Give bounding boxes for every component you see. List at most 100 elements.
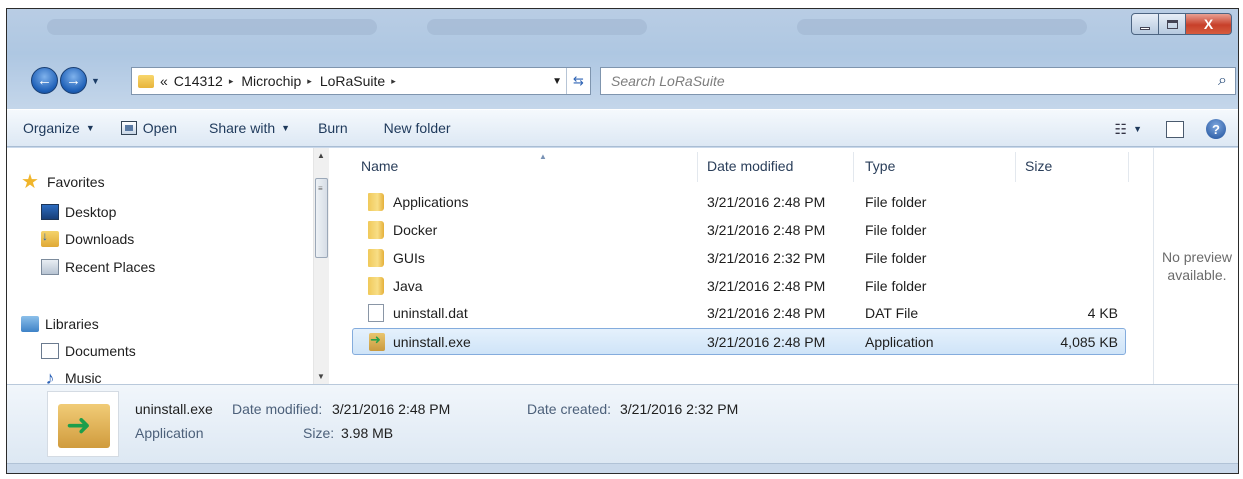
arrow-right-icon: ➜ (66, 409, 92, 442)
nav-downloads[interactable]: Downloads (41, 229, 134, 247)
chevron-right-icon[interactable]: ▸ (307, 76, 312, 87)
address-bar[interactable]: « C14312 ▸ Microchip ▸ LoRaSuite ▸ ▼ ⇆ (131, 67, 591, 95)
details-label: Date created: (527, 401, 612, 417)
nav-scrollbar[interactable]: ▲ ≡ ▼ (313, 148, 329, 384)
star-icon: ★ (21, 171, 39, 193)
nav-documents[interactable]: Documents (41, 343, 136, 359)
nav-recent-places[interactable]: Recent Places (41, 259, 155, 275)
table-row[interactable]: Docker 3/21/2016 2:48 PM File folder (352, 217, 1126, 244)
file-name: uninstall.dat (393, 305, 468, 321)
nav-label: Libraries (45, 316, 99, 332)
breadcrumb-item[interactable]: LoRaSuite (320, 73, 385, 89)
file-name: GUIs (393, 250, 425, 266)
details-size: 3.98 MB (341, 425, 394, 441)
breadcrumb-overflow[interactable]: « (160, 73, 168, 89)
column-label: Name (361, 158, 399, 174)
command-bar: Organize ▼ Open Share with ▼ Burn New fold… (7, 109, 1238, 147)
column-label: Type (865, 158, 896, 174)
column-header-size[interactable]: Size (1025, 148, 1052, 184)
scroll-down-icon[interactable]: ▼ (317, 372, 325, 381)
grip-icon: ≡ (318, 184, 323, 193)
details-label: Size: (303, 425, 335, 441)
downloads-icon (41, 229, 59, 247)
folder-icon (138, 74, 154, 88)
column-divider[interactable] (1015, 152, 1016, 182)
search-placeholder: Search LoRaSuite (611, 73, 725, 89)
file-name: uninstall.exe (393, 334, 471, 350)
file-icon (368, 304, 384, 322)
nav-libraries[interactable]: Libraries (21, 316, 99, 332)
column-divider[interactable] (1128, 152, 1129, 182)
table-row[interactable]: Java 3/21/2016 2:48 PM File folder (352, 273, 1126, 300)
table-row[interactable]: GUIs 3/21/2016 2:32 PM File folder (352, 245, 1126, 272)
scroll-up-icon[interactable]: ▲ (317, 151, 325, 160)
refresh-button[interactable]: ⇆ (566, 68, 590, 94)
content-area: ★ Favorites Desktop Downloads Recent Plac… (7, 148, 1238, 387)
open-button[interactable]: Open (120, 110, 177, 146)
status-bar (7, 463, 1238, 473)
close-button[interactable]: X (1186, 13, 1232, 35)
details-pane: ➜ uninstall.exe Application Date modifie… (7, 384, 1238, 463)
details-file-name: uninstall.exe (135, 401, 213, 417)
chevron-right-icon[interactable]: ▸ (229, 76, 234, 87)
burn-label: Burn (318, 120, 348, 136)
search-icon[interactable]: ⌕ (1218, 72, 1227, 90)
chevron-down-icon[interactable]: ▼ (1133, 124, 1142, 134)
file-list: Name ▲ Date modified Type Size Applicati… (347, 148, 1153, 384)
table-row[interactable]: Applications 3/21/2016 2:48 PM File fold… (352, 189, 1126, 216)
file-date: 3/21/2016 2:48 PM (707, 222, 826, 238)
close-icon: X (1203, 16, 1214, 32)
nav-desktop[interactable]: Desktop (41, 204, 116, 220)
column-header-name[interactable]: Name (361, 148, 398, 184)
chevron-right-icon[interactable]: ▸ (391, 76, 396, 87)
view-options-icon[interactable]: ☷ (1115, 121, 1128, 138)
breadcrumb-item[interactable]: Microchip (241, 73, 301, 89)
file-name: Docker (393, 222, 438, 238)
libraries-icon (21, 316, 39, 332)
file-name: Java (393, 278, 423, 294)
help-icon[interactable]: ? (1206, 119, 1226, 139)
preview-message: No preview (1161, 249, 1233, 265)
navigation-buttons: ← → ▼ (31, 67, 100, 94)
open-label: Open (142, 120, 177, 136)
blurred-title (427, 19, 647, 35)
column-header-type[interactable]: Type (865, 148, 895, 184)
table-row[interactable]: uninstall.dat 3/21/2016 2:48 PM DAT File… (352, 300, 1126, 327)
column-divider[interactable] (697, 152, 698, 182)
nav-favorites[interactable]: ★ Favorites (21, 171, 105, 193)
folder-icon (368, 249, 384, 267)
minimize-button[interactable] (1131, 13, 1159, 35)
new-folder-button[interactable]: New folder (384, 110, 451, 146)
sort-ascending-icon: ▲ (539, 152, 547, 161)
preview-pane-button[interactable] (1166, 120, 1184, 138)
chevron-down-icon[interactable]: ▼ (552, 76, 562, 87)
file-name: Applications (393, 194, 469, 210)
file-type: File folder (865, 278, 927, 294)
nav-label: Favorites (47, 174, 105, 190)
column-header-date-modified[interactable]: Date modified (707, 148, 793, 184)
file-date: 3/21/2016 2:48 PM (707, 334, 826, 350)
forward-button[interactable]: → (60, 67, 87, 94)
file-type: DAT File (865, 305, 919, 321)
breadcrumb-item[interactable]: C14312 (174, 73, 223, 89)
burn-button[interactable]: Burn (318, 110, 348, 146)
recent-pages-dropdown[interactable]: ▼ (91, 76, 100, 86)
share-with-label: Share with (208, 120, 276, 136)
file-size: 4,085 KB (1060, 334, 1118, 350)
chevron-down-icon: ▼ (281, 123, 291, 133)
column-label: Date modified (707, 158, 794, 174)
new-folder-label: New folder (383, 120, 451, 136)
chevron-down-icon: ▼ (85, 123, 95, 133)
folder-icon (368, 221, 384, 239)
organize-button[interactable]: Organize ▼ (23, 110, 95, 146)
file-type: File folder (865, 222, 927, 238)
nav-label: Desktop (65, 204, 117, 220)
maximize-button[interactable] (1159, 13, 1186, 35)
desktop-icon (41, 204, 59, 220)
preview-message: available. (1167, 267, 1227, 283)
column-divider[interactable] (853, 152, 854, 182)
table-row-selected[interactable]: uninstall.exe 3/21/2016 2:48 PM Applicat… (352, 328, 1126, 355)
back-button[interactable]: ← (31, 67, 58, 94)
share-with-button[interactable]: Share with ▼ (209, 110, 290, 146)
search-input[interactable]: Search LoRaSuite ⌕ (600, 67, 1236, 95)
